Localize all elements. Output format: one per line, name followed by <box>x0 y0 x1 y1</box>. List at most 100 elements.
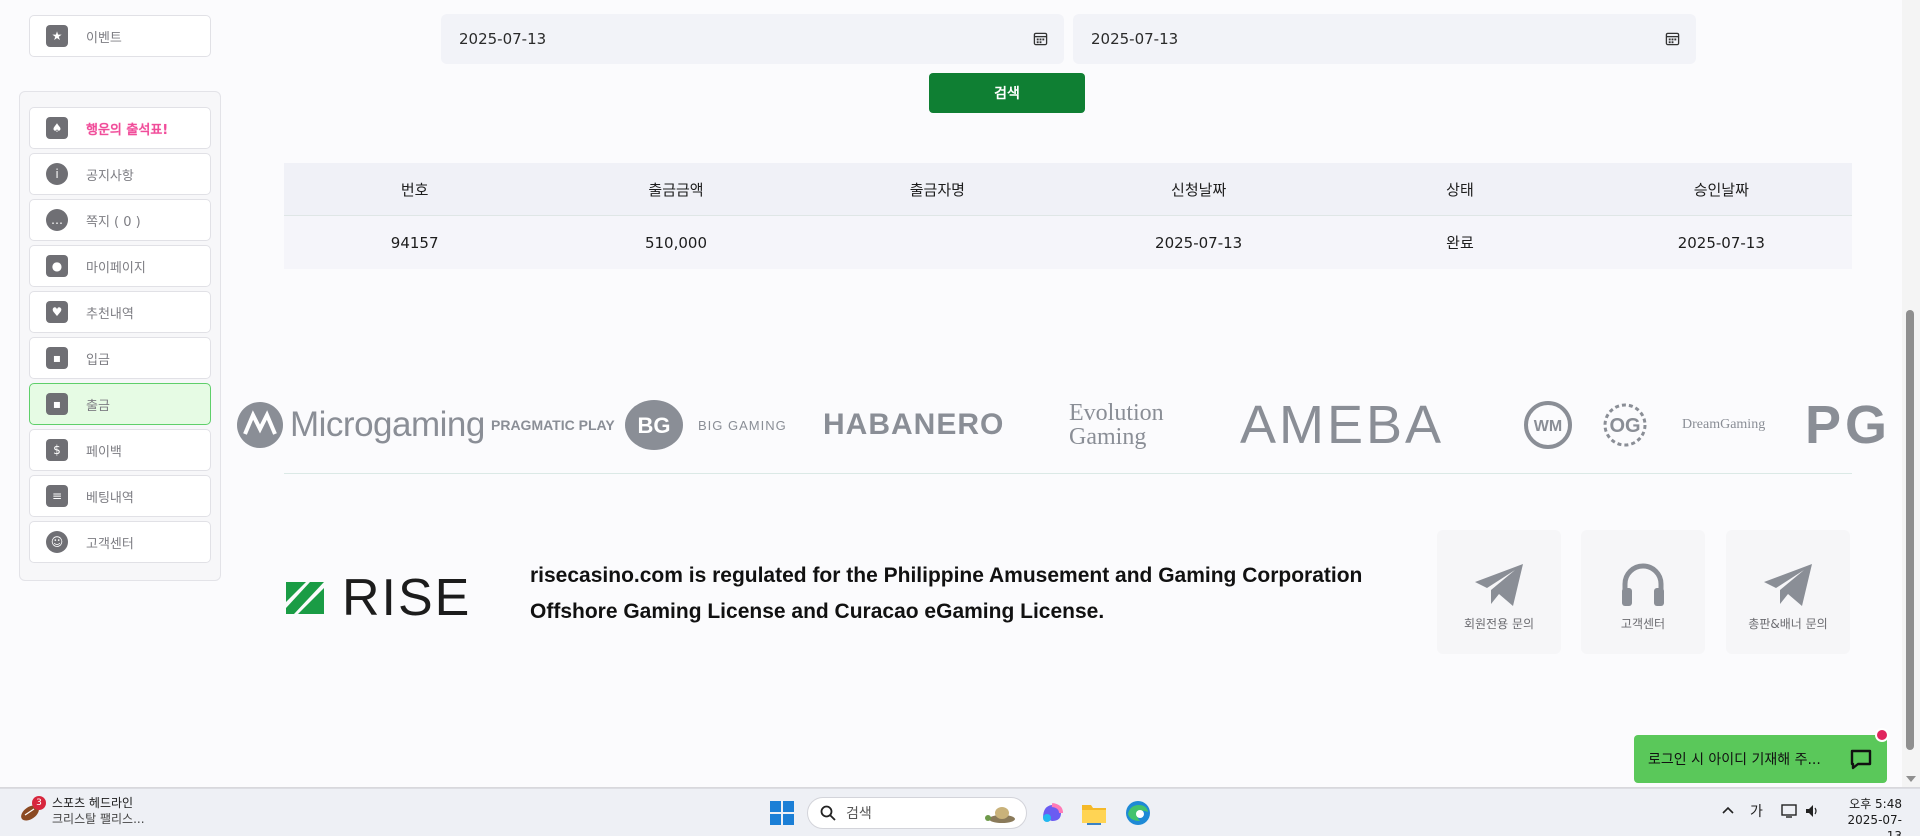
table-cell: 510,000 <box>644 233 707 252</box>
telegram-icon <box>1764 564 1812 606</box>
customer-center-button[interactable]: 고객센터 <box>1581 530 1705 654</box>
provider-logo-pg: PG <box>1805 395 1892 455</box>
info-icon: i <box>46 163 68 185</box>
clock-time: 오후 5:48 <box>1849 797 1902 811</box>
system-clock[interactable]: 오후 5:48 2025-07-13 <box>1836 796 1902 836</box>
list-icon: ≡ <box>46 485 68 507</box>
search-button[interactable]: 검색 <box>929 73 1085 113</box>
chat-bubble-icon <box>1850 749 1872 770</box>
football-icon: 3 <box>18 796 46 824</box>
biggaming-logo-icon: BG <box>625 400 683 450</box>
taskbar: 3 스포츠 헤드라인 크리스탈 팰리스... 검색 가 오후 5:48 2025… <box>0 788 1920 836</box>
search-highlight-icon <box>985 807 1015 823</box>
copilot-icon[interactable] <box>1036 797 1068 829</box>
svg-text:BG: BG <box>638 413 671 438</box>
sidebar-item-label: 이벤트 <box>86 30 122 46</box>
windows-start-icon[interactable] <box>766 797 798 829</box>
table-cell: 2025-07-13 <box>1155 233 1243 252</box>
rise-logo: RISE <box>284 569 479 627</box>
contact-label: 회원전용 문의 <box>1463 617 1535 631</box>
provider-logo-strip: Microgaming PRAGMATIC PLAY BG BIG GAMING… <box>232 392 1902 458</box>
edge-browser-icon[interactable] <box>1122 797 1154 829</box>
contact-label: 고객센터 <box>1620 617 1666 631</box>
calendar-icon[interactable] <box>1665 31 1680 46</box>
svg-text:OG: OG <box>1609 415 1640 437</box>
brand-name: RISE <box>342 569 472 627</box>
sidebar-item-label: 베팅내역 <box>86 490 134 506</box>
table-cell: 94157 <box>390 233 439 252</box>
sidebar-item-deposit[interactable]: ▪ 입금 <box>29 337 211 379</box>
support-icon: ☺ <box>46 531 68 553</box>
sidebar-item-label: 마이페이지 <box>86 260 146 276</box>
search-icon <box>820 805 836 821</box>
sidebar-item-label: 행운의 출석표! <box>86 122 169 138</box>
start-date-value: 2025-07-13 <box>459 30 547 48</box>
svg-text:WM: WM <box>1534 418 1562 435</box>
ime-indicator[interactable]: 가 <box>1750 801 1763 821</box>
news-badge: 3 <box>32 796 46 810</box>
chat-label: 로그인 시 아이디 기재해 주... <box>1648 752 1821 768</box>
sidebar-item-notice[interactable]: i 공지사항 <box>29 153 211 195</box>
column-header: 출금자명 <box>909 180 965 199</box>
scrollbar[interactable] <box>1902 0 1920 787</box>
sidebar-item-messages[interactable]: … 쪽지 ( 0 ) <box>29 199 211 241</box>
column-header: 상태 <box>1446 180 1474 199</box>
sidebar-item-label: 페이백 <box>86 444 122 460</box>
heart-icon: ♥ <box>46 301 68 323</box>
table-cell: 완료 <box>1446 234 1474 252</box>
browser-viewport: ★ 이벤트 ♠ 행운의 출석표! i 공지사항 … 쪽지 ( 0 ) ● 마이페… <box>0 0 1920 788</box>
sidebar-item-event[interactable]: ★ 이벤트 <box>29 15 211 57</box>
telegram-icon <box>1475 564 1523 606</box>
end-date-value: 2025-07-13 <box>1091 30 1179 48</box>
column-header: 승인날짜 <box>1693 180 1749 199</box>
network-icon[interactable] <box>1780 803 1798 823</box>
sidebar-item-support[interactable]: ☺ 고객센터 <box>29 521 211 563</box>
provider-logo-microgaming: Microgaming <box>236 392 485 458</box>
clock-date: 2025-07-13 <box>1847 813 1902 836</box>
star-icon: ★ <box>46 25 68 47</box>
partner-inquiry-button[interactable]: 총판&배너 문의 <box>1726 530 1850 654</box>
sidebar-item-label: 쪽지 ( 0 ) <box>86 214 141 230</box>
provider-logo-pragmatic: PRAGMATIC PLAY <box>491 417 615 433</box>
provider-logo-og: OG <box>1594 392 1656 458</box>
contact-label: 총판&배너 문의 <box>1748 617 1828 631</box>
scroll-down-arrow-icon[interactable] <box>1906 776 1916 782</box>
table-cell <box>807 216 1068 269</box>
news-widget[interactable]: 3 스포츠 헤드라인 크리스탈 팰리스... <box>18 795 145 827</box>
table-header-row: 번호 출금금액 출금자명 신청날짜 상태 승인날짜 <box>284 163 1852 216</box>
chat-bubble-icon: … <box>46 209 68 231</box>
calendar-icon[interactable] <box>1033 31 1048 46</box>
og-logo-icon: OG <box>1603 403 1647 447</box>
provider-logo-biggaming: BG BIG GAMING <box>624 392 787 458</box>
start-date-input[interactable]: 2025-07-13 <box>441 14 1064 64</box>
volume-icon[interactable] <box>1804 803 1820 823</box>
sidebar-item-bet-history[interactable]: ≡ 베팅내역 <box>29 475 211 517</box>
sidebar-item-withdraw[interactable]: ▪ 출금 <box>29 383 211 425</box>
sidebar-item-referrals[interactable]: ♥ 추천내역 <box>29 291 211 333</box>
sidebar-item-payback[interactable]: $ 페이백 <box>29 429 211 471</box>
section-divider <box>284 473 1852 474</box>
sidebar-item-attendance[interactable]: ♠ 행운의 출석표! <box>29 107 211 149</box>
provider-logo-evolution: Evolution Gaming <box>1069 400 1164 450</box>
file-explorer-icon[interactable] <box>1078 797 1110 829</box>
taskbar-search-input[interactable]: 검색 <box>807 797 1027 829</box>
provider-logo-dreamgaming: DreamGaming <box>1682 417 1766 432</box>
wm-logo-icon: WM <box>1524 401 1572 449</box>
chat-widget[interactable]: 로그인 시 아이디 기재해 주... <box>1634 728 1889 783</box>
provider-logo-habanero: HABANERO <box>823 408 1005 441</box>
column-header: 번호 <box>400 180 429 199</box>
end-date-input[interactable]: 2025-07-13 <box>1073 14 1696 64</box>
sidebar-item-label: 출금 <box>86 398 110 414</box>
microgaming-logo-icon <box>237 402 283 448</box>
tray-overflow-chevron-icon[interactable] <box>1721 803 1735 819</box>
column-header: 신청날짜 <box>1171 180 1227 199</box>
search-placeholder: 검색 <box>846 806 872 822</box>
provider-logo-ameba: AMEBA <box>1240 395 1445 455</box>
sidebar-item-mypage[interactable]: ● 마이페이지 <box>29 245 211 287</box>
regulation-text: risecasino.com is regulated for the Phil… <box>530 564 1363 623</box>
member-inquiry-button[interactable]: 회원전용 문의 <box>1437 530 1561 654</box>
wallet-icon: ▪ <box>46 393 68 415</box>
notification-dot <box>1875 728 1889 742</box>
scrollbar-thumb[interactable] <box>1906 310 1914 750</box>
sidebar-item-label: 추천내역 <box>86 306 134 322</box>
